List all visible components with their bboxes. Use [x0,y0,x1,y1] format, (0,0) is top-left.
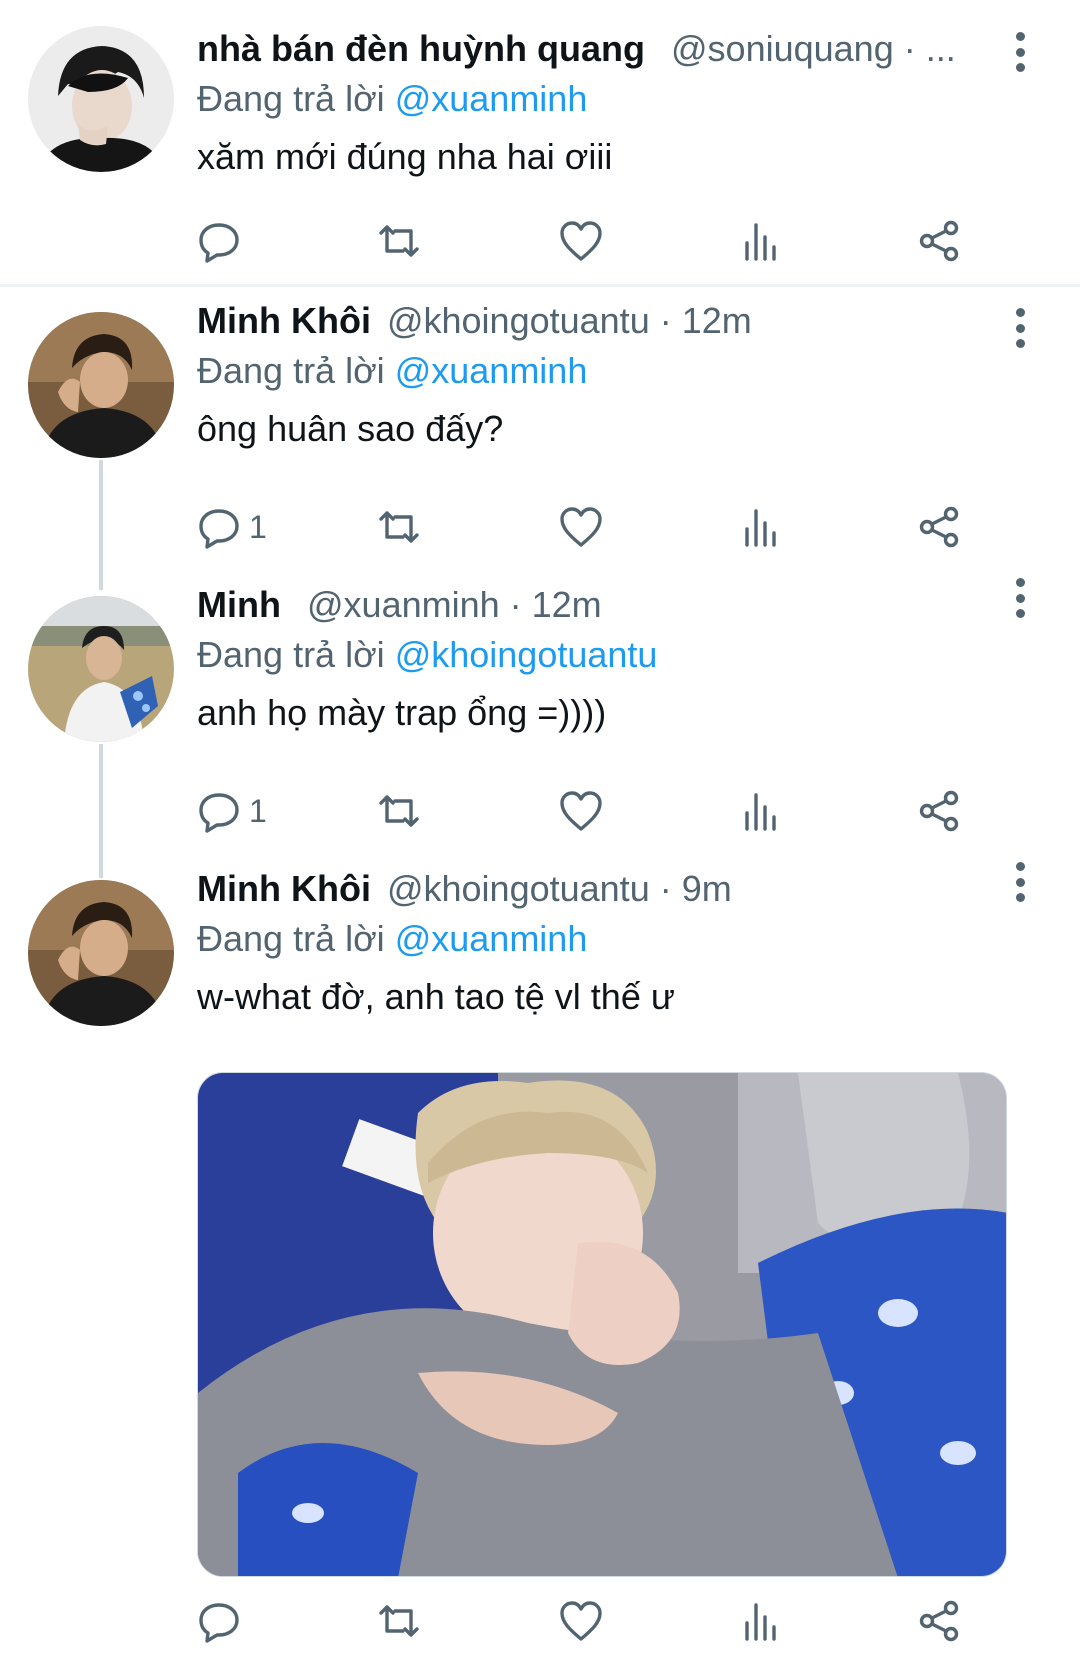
reply-prefix: Đang trả lời [197,350,385,391]
heart-icon [560,221,602,261]
username-and-time[interactable]: @xuanminh · 12m [307,584,602,625]
retweet-button[interactable] [377,1596,421,1646]
tweet-text: ông huân sao đấy? [197,408,504,449]
mention-link[interactable]: @xuanminh [395,350,588,391]
analytics-icon [745,793,776,831]
tweet[interactable]: Minh @xuanminh · 12m Đang trả lời @khoin… [0,574,1080,854]
username-and-time[interactable]: @khoingotuantu · 9m [387,868,732,909]
retweet-icon [379,1605,419,1637]
tweet-text: xăm mới đúng nha hai ơiii [197,136,613,177]
avatar[interactable] [28,880,174,1026]
tweet-actions: 1 [197,502,1017,552]
analytics-button[interactable] [739,786,783,836]
tweet-media-image[interactable] [197,1072,1007,1577]
reply-icon [199,793,239,833]
reply-icon [199,1603,239,1643]
retweet-icon [379,225,419,257]
tweet-text: anh họ mày trap ổng =)))) [197,692,607,733]
tweet-header: Minh @xuanminh · 12m [197,580,1040,630]
share-icon [919,790,959,832]
analytics-button[interactable] [739,216,783,266]
analytics-icon [745,1603,776,1641]
username-and-time[interactable]: @khoingotuantu · 12m [387,300,752,341]
analytics-icon [745,509,776,547]
reply-count: 1 [249,508,267,545]
heart-icon [560,507,602,547]
mention-link[interactable]: @xuanminh [395,918,588,959]
reply-button[interactable]: 1 [197,786,267,836]
share-icon [919,1600,959,1642]
avatar[interactable] [28,26,174,172]
more-vertical-icon[interactable] [1012,308,1028,348]
more-vertical-icon[interactable] [1012,32,1028,72]
tweet-header: Minh Khôi @khoingotuantu · 9m [197,864,1040,914]
heart-icon [560,791,602,831]
retweet-button[interactable] [377,502,421,552]
share-button[interactable] [917,216,961,266]
reply-button[interactable]: 1 [197,502,267,552]
more-vertical-icon[interactable] [1012,862,1028,902]
share-button[interactable] [917,1596,961,1646]
tweet-header: Minh Khôi @khoingotuantu · 12m [197,296,1040,346]
like-button[interactable] [559,502,603,552]
retweet-icon [379,795,419,827]
tweet-actions [197,1596,1017,1646]
analytics-button[interactable] [739,502,783,552]
reply-prefix: Đang trả lời [197,634,385,675]
heart-icon [560,1601,602,1641]
reply-context: Đang trả lời @xuanminh [197,914,1040,964]
reply-button[interactable] [197,216,249,266]
share-icon [919,506,959,548]
tweet[interactable]: Minh Khôi @khoingotuantu · 12m Đang trả … [0,290,1080,570]
tweet-actions: 1 [197,786,1017,836]
tweet-header: nhà bán đèn huỳnh quang @soniuquang · ..… [197,24,1040,74]
tweet-feed: nhà bán đèn huỳnh quang @soniuquang · ..… [0,0,1080,1653]
share-icon [919,220,959,262]
tweet-actions [197,216,1017,266]
reply-count: 1 [249,792,267,829]
reply-context: Đang trả lời @xuanminh [197,74,1040,124]
analytics-button[interactable] [739,1596,783,1646]
like-button[interactable] [559,1596,603,1646]
display-name[interactable]: Minh Khôi [197,300,371,341]
share-button[interactable] [917,502,961,552]
reply-prefix: Đang trả lời [197,78,385,119]
display-name[interactable]: Minh Khôi [197,868,371,909]
retweet-button[interactable] [377,216,421,266]
analytics-icon [745,223,776,261]
display-name[interactable]: Minh [197,584,281,625]
reply-prefix: Đang trả lời [197,918,385,959]
like-button[interactable] [559,216,603,266]
like-button[interactable] [559,786,603,836]
retweet-icon [379,511,419,543]
tweet-text: w-what đờ, anh tao tệ vl thế ư [197,976,675,1017]
tweet[interactable]: nhà bán đèn huỳnh quang @soniuquang · ..… [0,0,1080,270]
retweet-button[interactable] [377,786,421,836]
mention-link[interactable]: @khoingotuantu [395,634,658,675]
more-vertical-icon[interactable] [1012,578,1028,618]
mention-link[interactable]: @xuanminh [395,78,588,119]
tweet-divider [0,284,1080,287]
reply-icon [199,223,239,263]
reply-icon [199,509,239,549]
avatar[interactable] [28,596,174,742]
username-and-time[interactable]: @soniuquang · ... [671,28,956,69]
reply-context: Đang trả lời @xuanminh [197,346,1040,396]
reply-button[interactable] [197,1596,249,1646]
reply-context: Đang trả lời @khoingotuantu [197,630,1040,680]
avatar[interactable] [28,312,174,458]
display-name[interactable]: nhà bán đèn huỳnh quang [197,28,645,69]
share-button[interactable] [917,786,961,836]
